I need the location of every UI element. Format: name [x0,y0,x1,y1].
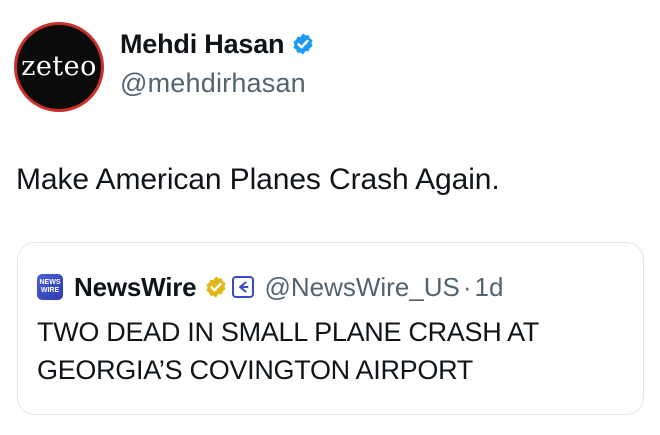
affiliate-arrow-icon [239,281,249,293]
quoted-tweet-text: TWO DEAD IN SMALL PLANE CRASH AT GEORGIA… [37,317,539,385]
quoted-author-handle[interactable]: @NewsWire_US [264,272,459,303]
author-handle[interactable]: @mehdirhasan [120,68,315,99]
tweet-text: Make American Planes Crash Again. [16,163,500,196]
gold-verified-badge-icon[interactable] [204,275,228,299]
affiliate-badge-icon[interactable] [232,276,255,298]
avatar-logo-text: zeteo [21,50,97,82]
newswire-avatar[interactable]: NEWS WIRE [37,274,63,300]
separator-dot: · [462,271,472,302]
quoted-tweet-header: NEWS WIRE NewsWire @NewsWire_US · 1d [37,272,503,302]
verified-badge-icon[interactable] [291,32,315,56]
quoted-tweet-timestamp[interactable]: 1d [475,272,504,303]
tweet-header: Mehdi Hasan @mehdirhasan [120,26,315,99]
newswire-logo-line2: WIRE [40,287,60,294]
quoted-author-display-name[interactable]: NewsWire [74,272,197,303]
author-display-name[interactable]: Mehdi Hasan [120,29,285,60]
quoted-tweet-card[interactable]: NEWS WIRE NewsWire @NewsWire_US · 1d TWO… [17,242,644,415]
avatar[interactable]: zeteo [14,22,104,112]
newswire-logo-line1: NEWS [39,279,61,286]
name-row: Mehdi Hasan [120,26,315,62]
